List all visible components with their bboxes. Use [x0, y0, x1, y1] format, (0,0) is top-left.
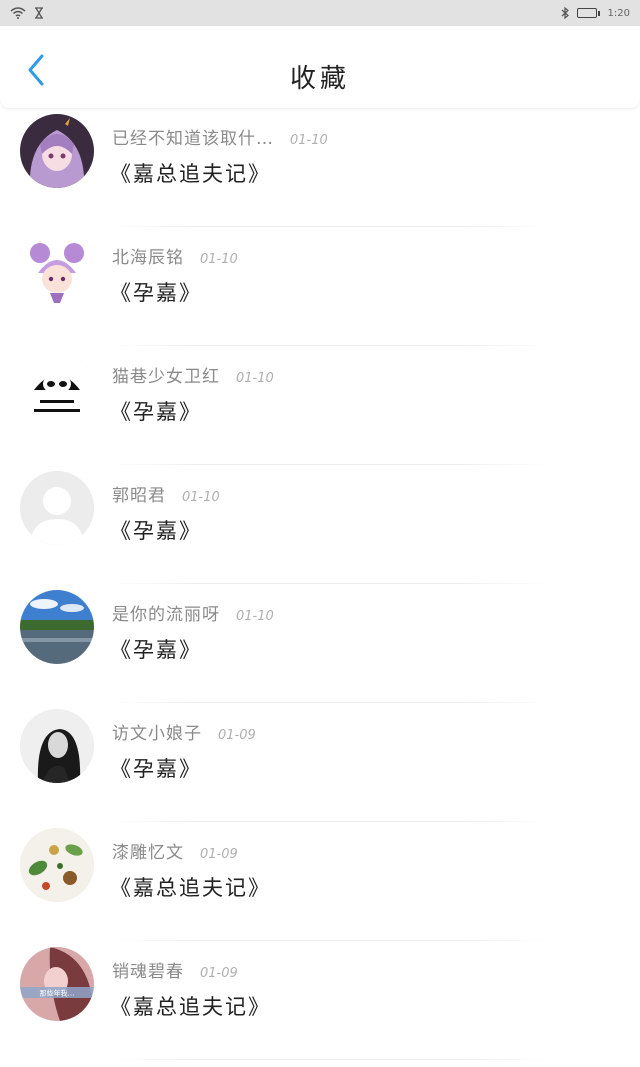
- author-name: 销魂碧春: [112, 962, 184, 982]
- wifi-icon: [10, 7, 26, 19]
- hourglass-icon: [34, 7, 44, 19]
- pink-portrait-avatar: 那些年我…: [20, 947, 94, 1021]
- avatar[interactable]: [20, 352, 94, 426]
- status-bar: 1:20: [0, 0, 640, 26]
- chibi-avatar: [20, 233, 94, 307]
- book-title: 《孕嘉》: [110, 400, 202, 424]
- book-title: 《孕嘉》: [110, 757, 202, 781]
- author-name: 漆雕忆文: [112, 843, 184, 863]
- date-label: 01-10: [290, 133, 328, 148]
- panda-avatar: [20, 352, 94, 426]
- list-item[interactable]: 北海辰铭 01-10 《孕嘉》: [0, 227, 640, 346]
- date-label: 01-09: [200, 847, 238, 862]
- book-title: 《嘉总追夫记》: [110, 162, 271, 186]
- book-title: 《孕嘉》: [110, 519, 202, 543]
- author-name: 是你的流丽呀: [112, 605, 220, 625]
- bluetooth-icon: [561, 7, 569, 19]
- date-label: 01-10: [200, 252, 238, 267]
- anime-girl-avatar: [20, 114, 94, 188]
- book-title: 《孕嘉》: [110, 281, 202, 305]
- avatar[interactable]: [20, 114, 94, 188]
- list-item[interactable]: 漆雕忆文 01-09 《嘉总追夫记》: [0, 822, 640, 941]
- favorites-list: 已经不知道该取什… 01-10 《嘉总追夫记》 北海辰铭 01-10 《孕嘉》: [0, 108, 640, 1060]
- book-title: 《孕嘉》: [110, 638, 202, 662]
- book-title: 《嘉总追夫记》: [110, 876, 271, 900]
- battery-icon: [576, 8, 600, 18]
- author-name: 郭昭君: [112, 486, 166, 506]
- author-name: 猫巷少女卫红: [112, 367, 220, 387]
- author-name: 访文小娘子: [112, 724, 202, 744]
- list-item[interactable]: 已经不知道该取什… 01-10 《嘉总追夫记》: [0, 108, 640, 227]
- list-item[interactable]: 猫巷少女卫红 01-10 《孕嘉》: [0, 346, 640, 465]
- portrait-avatar: [20, 709, 94, 783]
- page-title: 收藏: [289, 64, 350, 94]
- default-user-icon: [20, 471, 94, 545]
- botanical-avatar: [20, 828, 94, 902]
- avatar[interactable]: [20, 828, 94, 902]
- date-label: 01-09: [218, 728, 256, 743]
- divider: [110, 1059, 550, 1060]
- date-label: 01-10: [236, 371, 274, 386]
- date-label: 01-09: [200, 966, 238, 981]
- landscape-avatar: [20, 590, 94, 664]
- avatar-caption: 那些年我…: [40, 989, 75, 998]
- author-name: 北海辰铭: [112, 248, 184, 268]
- date-label: 01-10: [236, 609, 274, 624]
- list-item[interactable]: 那些年我… 销魂碧春 01-09 《嘉总追夫记》: [0, 941, 640, 1060]
- avatar[interactable]: [20, 590, 94, 664]
- list-item[interactable]: 郭昭君 01-10 《孕嘉》: [0, 465, 640, 584]
- status-time: 1:20: [607, 7, 630, 19]
- avatar[interactable]: [20, 709, 94, 783]
- date-label: 01-10: [182, 490, 220, 505]
- book-title: 《嘉总追夫记》: [110, 995, 271, 1019]
- header: 收藏: [0, 26, 640, 108]
- list-item[interactable]: 访文小娘子 01-09 《孕嘉》: [0, 703, 640, 822]
- avatar[interactable]: 那些年我…: [20, 947, 94, 1021]
- avatar[interactable]: [20, 233, 94, 307]
- author-name: 已经不知道该取什…: [112, 129, 274, 149]
- list-item[interactable]: 是你的流丽呀 01-10 《孕嘉》: [0, 584, 640, 703]
- avatar[interactable]: [20, 471, 94, 545]
